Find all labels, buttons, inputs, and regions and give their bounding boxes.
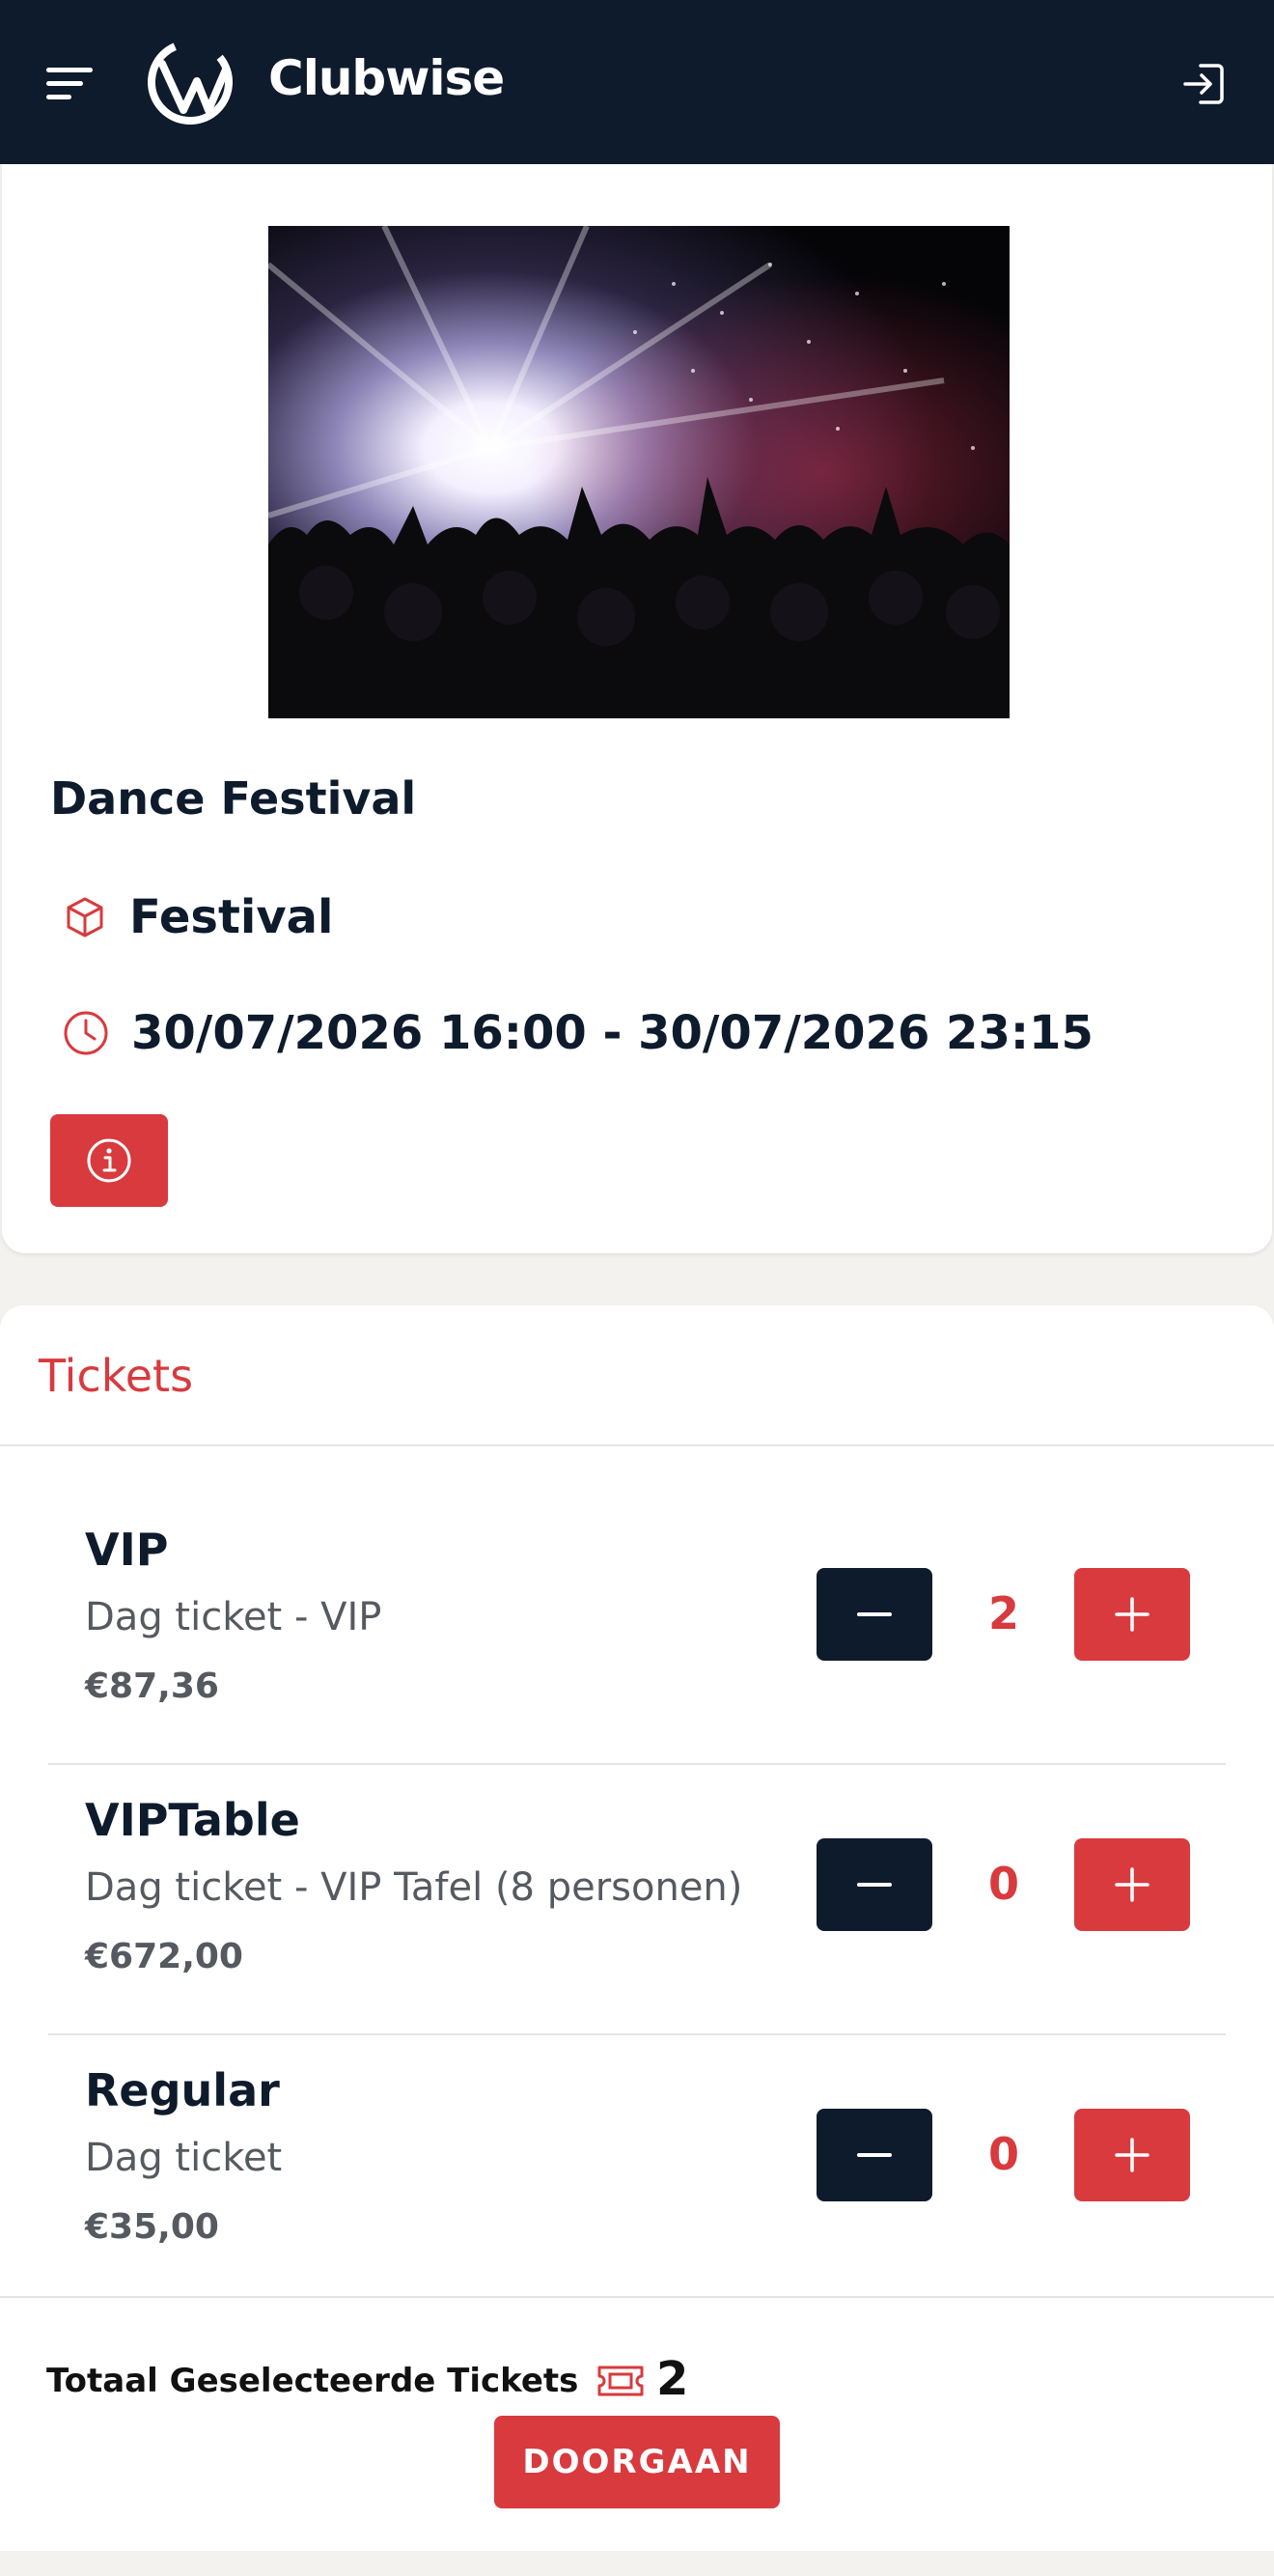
ticket-name: Regular (85, 2064, 280, 2116)
minus-icon (857, 1612, 892, 1616)
ticket-icon (597, 2366, 644, 2396)
plus-icon (1115, 2138, 1149, 2172)
decrease-quantity-button[interactable] (817, 1568, 932, 1661)
ticket-name: VIPTable (85, 1794, 300, 1846)
increase-quantity-button[interactable] (1074, 1838, 1190, 1931)
event-datetime: 30/07/2026 16:00 - 30/07/2026 23:15 (131, 1006, 1094, 1060)
ticket-quantity: 0 (987, 2128, 1019, 2180)
ticket-row: Regular Dag ticket €35,00 0 (48, 2035, 1226, 2306)
tickets-card: Tickets VIP Dag ticket - VIP €87,36 2 VI… (0, 1305, 1274, 2310)
total-selected-count: 2 (656, 2352, 689, 2406)
decrease-quantity-button[interactable] (817, 1838, 932, 1931)
ticket-price: €35,00 (85, 2207, 219, 2247)
ticket-description: Dag ticket - VIP Tafel (8 personen) (85, 1865, 743, 1910)
event-category-row: Festival (62, 890, 334, 944)
event-card: Dance Festival Festival 30/07/2026 16:00… (2, 164, 1272, 1253)
divider (0, 1444, 1274, 1446)
minus-icon (857, 1883, 892, 1887)
ticket-quantity: 2 (987, 1587, 1019, 1639)
ticket-quantity: 0 (987, 1858, 1019, 1910)
event-title: Dance Festival (50, 772, 417, 825)
increase-quantity-button[interactable] (1074, 2109, 1190, 2201)
ticket-name: VIP (85, 1524, 169, 1576)
total-selected-label: Totaal Geselecteerde Tickets (46, 2362, 579, 2400)
plus-icon (1115, 1867, 1149, 1902)
increase-quantity-button[interactable] (1074, 1568, 1190, 1661)
info-icon (87, 1138, 131, 1183)
event-info-button[interactable] (50, 1114, 168, 1207)
minus-icon (857, 2153, 892, 2157)
ticket-price: €672,00 (85, 1937, 243, 1976)
ticket-price: €87,36 (85, 1666, 219, 1706)
tickets-header: Tickets (39, 1350, 194, 1402)
cube-icon (67, 897, 103, 938)
decrease-quantity-button[interactable] (817, 2109, 932, 2201)
ticket-description: Dag ticket - VIP (85, 1595, 382, 1639)
continue-button[interactable]: DOORGAAN (494, 2416, 780, 2508)
ticket-row: VIPTable Dag ticket - VIP Tafel (8 perso… (48, 1765, 1226, 2035)
sign-in-icon[interactable] (1179, 60, 1228, 108)
plus-icon (1115, 1597, 1149, 1632)
ticket-description: Dag ticket (85, 2136, 283, 2180)
ticket-row: VIP Dag ticket - VIP €87,36 2 (48, 1495, 1226, 1765)
clock-icon (64, 1011, 108, 1055)
clubwise-logo (148, 40, 233, 125)
event-datetime-row: 30/07/2026 16:00 - 30/07/2026 23:15 (62, 1006, 1094, 1060)
top-navigation-bar: Clubwise (0, 0, 1274, 164)
brand-name: Clubwise (268, 50, 505, 106)
event-category: Festival (129, 890, 334, 944)
hamburger-menu-icon[interactable] (46, 66, 93, 102)
selection-footer: Totaal Geselecteerde Tickets 2 DOORGAAN (0, 2296, 1274, 2551)
event-image (268, 226, 1010, 718)
